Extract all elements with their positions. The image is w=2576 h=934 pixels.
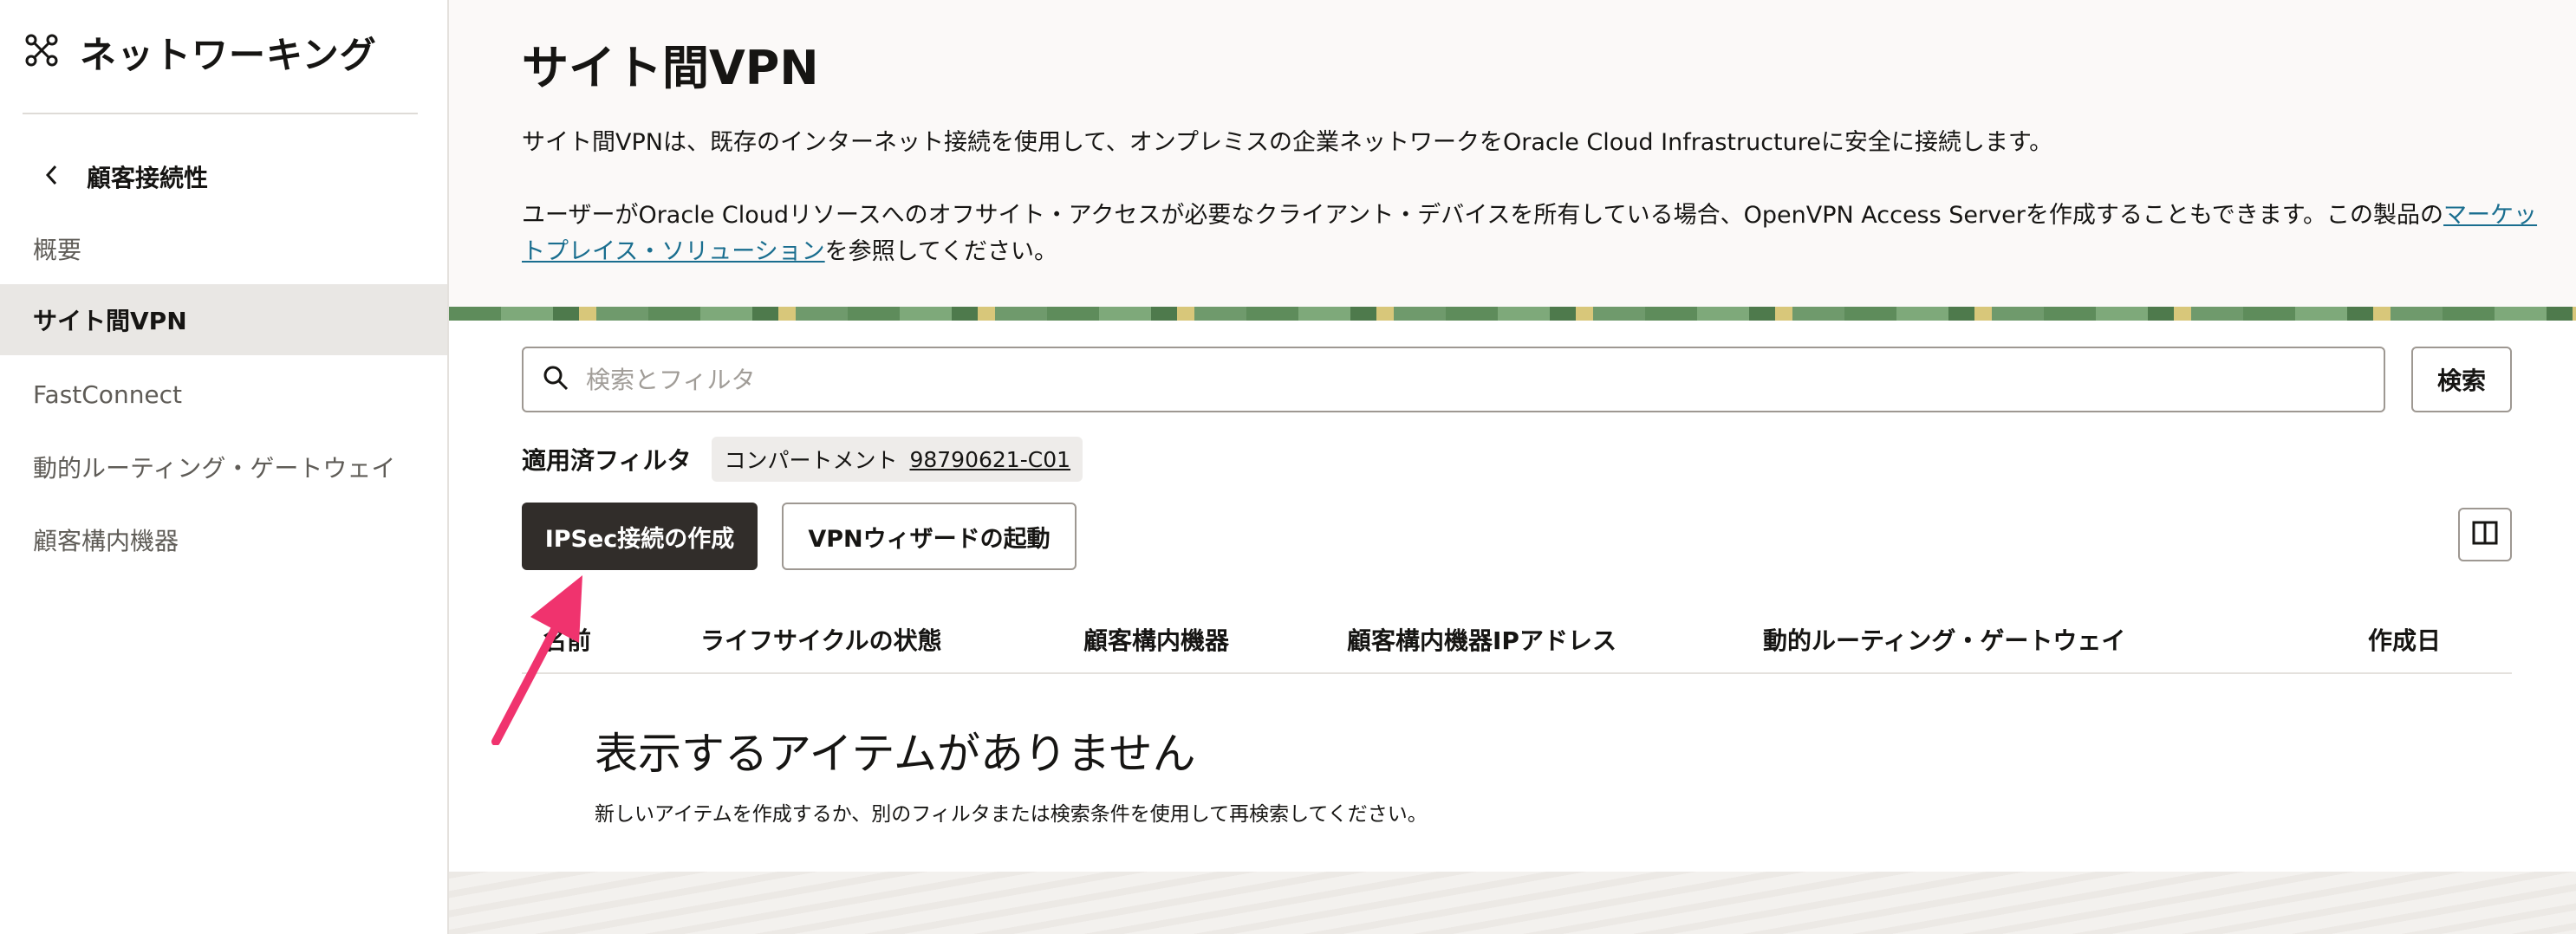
column-header-lifecycle-state[interactable]: ライフサイクルの状態 [700,622,942,657]
column-header-created[interactable]: 作成日 [2368,622,2441,657]
compartment-value-link[interactable]: 98790621-C01 [909,447,1070,472]
sidebar-title: ネットワーキング [80,33,377,76]
empty-state-subtitle: 新しいアイテムを作成するか、別のフィルタまたは検索条件を使用して再検索してくださ… [595,803,1428,826]
sidebar-item-label: サイト間VPN [33,307,187,335]
search-button[interactable]: 検索 [2411,347,2512,412]
chevron-left-icon [43,163,61,191]
filter-chip-key: コンパートメント [724,448,898,473]
page-header: サイト間VPN サイト間VPNは、既存のインターネット接続を使用して、オンプレミ… [449,0,2576,308]
list-panel: 検索 適用済フィルタ コンパートメント 98790621-C01 IPSec接続… [449,321,2576,872]
applied-filters: 適用済フィルタ コンパートメント 98790621-C01 [522,435,1083,483]
sidebar-item-label: 顧客構内機器 [33,527,179,555]
applied-filters-label: 適用済フィルタ [522,446,692,475]
page-title: サイト間VPN [522,41,819,95]
sidebar-item-fastconnect[interactable]: FastConnect [0,359,447,430]
app-window: ネットワーキング 顧客接続性 概要 サイト間VPN FastConnect 動的… [0,0,2576,934]
sidebar-item-cpe[interactable]: 顧客構内機器 [0,504,447,575]
sidebar: ネットワーキング 顧客接続性 概要 サイト間VPN FastConnect 動的… [0,0,449,934]
page-description-2: ユーザーがOracle Cloudリソースへのオフサイト・アクセスが必要なクライ… [522,198,2541,270]
footer-background [449,872,2576,934]
sidebar-item-site-to-site-vpn[interactable]: サイト間VPN [0,284,447,355]
column-header-cpe-ip[interactable]: 顧客構内機器IPアドレス [1347,622,1617,657]
sidebar-item-overview[interactable]: 概要 [0,213,447,284]
table-header: 名前 ライフサイクルの状態 顧客構内機器 顧客構内機器IPアドレス 動的ルーティ… [522,606,2512,674]
sidebar-brand: ネットワーキング [24,24,377,80]
sidebar-item-label: 動的ルーティング・ゲートウェイ [33,454,396,483]
sidebar-item-label: FastConnect [33,379,183,409]
search-input[interactable] [586,365,2384,394]
networking-icon [24,33,59,71]
empty-state-title: 表示するアイテムがありません [595,729,1196,779]
search-icon [543,365,569,394]
sidebar-item-label: 概要 [33,236,82,264]
create-ipsec-connection-button[interactable]: IPSec接続の作成 [522,503,758,570]
column-header-cpe[interactable]: 顧客構内機器 [1083,622,1229,657]
description-text: ユーザーがOracle Cloudリソースへのオフサイト・アクセスが必要なクライ… [522,202,2444,229]
description-text: を参照してください。 [824,238,1058,265]
back-label: 顧客接続性 [87,164,209,192]
sidebar-item-drg[interactable]: 動的ルーティング・ゲートウェイ [0,431,447,503]
header-banner [449,307,2576,321]
main-content: サイト間VPN サイト間VPNは、既存のインターネット接続を使用して、オンプレミ… [449,0,2576,934]
sidebar-divider [23,113,418,114]
start-vpn-wizard-button[interactable]: VPNウィザードの起動 [782,503,1077,570]
column-header-name[interactable]: 名前 [543,622,591,657]
back-to-customer-connectivity[interactable]: 顧客接続性 [43,156,208,198]
columns-icon [2471,519,2499,550]
column-header-drg[interactable]: 動的ルーティング・ゲートウェイ [1763,622,2125,657]
column-toggle-button[interactable] [2458,508,2512,561]
search-box[interactable] [522,347,2385,412]
page-description-1: サイト間VPNは、既存のインターネット接続を使用して、オンプレミスの企業ネットワ… [522,129,2053,156]
compartment-filter-chip[interactable]: コンパートメント 98790621-C01 [712,437,1083,482]
